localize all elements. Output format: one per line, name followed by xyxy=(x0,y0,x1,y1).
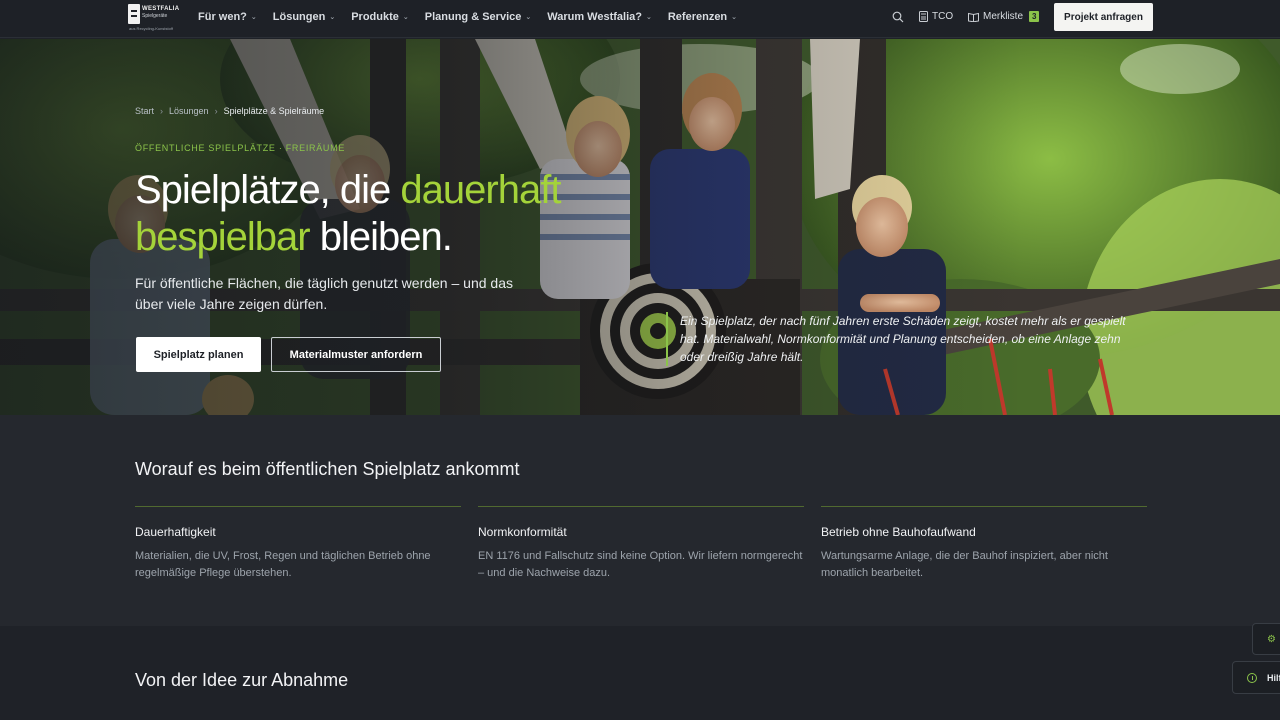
chevron-down-icon: ⌄ xyxy=(525,14,532,21)
logo-mark-icon xyxy=(128,4,140,24)
chevron-down-icon: ⌄ xyxy=(731,14,738,21)
factor-title: Betrieb ohne Bauhofaufwand xyxy=(821,525,976,539)
chevron-down-icon: ⌄ xyxy=(250,14,257,21)
process-section: Von der Idee zur Abnahme xyxy=(0,626,1280,720)
breadcrumb-current: Spielplätze & Spielräume xyxy=(223,106,325,116)
menu-item-produkte[interactable]: Produkte ⌄ xyxy=(351,11,409,23)
title-accent2: bespielbar xyxy=(135,215,311,259)
title-part1: Spielplätze, die xyxy=(135,168,401,212)
info-icon xyxy=(1247,672,1257,683)
floating-widget-button[interactable]: ⚙ xyxy=(1252,623,1280,655)
factor-card-normkonformitaet: Normkonformität EN 1176 und Fallschutz s… xyxy=(478,506,804,582)
main-menu: Für wen? ⌄ Lösungen ⌄ Produkte ⌄ Planung & … xyxy=(198,0,753,34)
menu-item-fuer-wen[interactable]: Für wen? ⌄ xyxy=(198,11,257,23)
section-title: Von der Idee zur Abnahme xyxy=(135,670,349,690)
menu-item-warum-westfalia[interactable]: Warum Westfalia? ⌄ xyxy=(547,11,652,23)
page-title: Spielplätze, die dauerhaft bespielbar ble… xyxy=(135,167,655,261)
breadcrumb-separator-icon: › xyxy=(214,106,218,116)
spielplatz-planen-button[interactable]: Spielplatz planen xyxy=(136,337,261,372)
menu-item-loesungen[interactable]: Lösungen ⌄ xyxy=(273,11,335,23)
chevron-down-icon: ⌄ xyxy=(329,14,336,21)
breadcrumb-separator-icon: › xyxy=(160,106,164,116)
key-factors-section: Worauf es beim öffentlichen Spielplatz a… xyxy=(0,415,1280,626)
tco-label: TCO xyxy=(932,11,954,22)
factor-card-dauerhaftigkeit: Dauerhaftigkeit Materialien, die UV, Fro… xyxy=(135,506,461,582)
menu-label: Referenzen xyxy=(667,11,728,23)
materialmuster-anfordern-button[interactable]: Materialmuster anfordern xyxy=(271,337,441,372)
westfalia-logo[interactable]: WESTFALIA Spielgeräte aus Recycling-Kuns… xyxy=(128,3,180,33)
menu-label: Lösungen xyxy=(272,11,326,23)
factor-title: Normkonformität xyxy=(478,525,567,539)
breadcrumb-start[interactable]: Start xyxy=(135,106,154,116)
factor-text: Wartungsarme Anlage, die der Bauhof insp… xyxy=(821,550,1108,579)
projekt-anfragen-button[interactable]: Projekt anfragen xyxy=(1054,3,1153,31)
merkliste-count-badge: 3 xyxy=(1029,11,1040,22)
logo-line2: Spielgeräte xyxy=(142,13,168,19)
menu-item-planung-service[interactable]: Planung & Service ⌄ xyxy=(425,11,531,23)
factor-card-betrieb: Betrieb ohne Bauhofaufwand Wartungsarme … xyxy=(821,506,1147,582)
factor-title: Dauerhaftigkeit xyxy=(135,525,216,539)
title-part2: bleiben. xyxy=(309,215,453,259)
merkliste-link[interactable]: Merkliste 3 xyxy=(968,11,1040,22)
help-button[interactable]: Hilf xyxy=(1232,661,1280,694)
menu-label: Planung & Service xyxy=(424,11,522,23)
hero-section: Start › Lösungen › Spielplätze & Spielrä… xyxy=(0,39,1280,415)
help-label: Hilf xyxy=(1267,672,1280,683)
chevron-down-icon: ⌄ xyxy=(402,14,409,21)
calculator-icon xyxy=(919,11,928,22)
hero-quote: Ein Spielplatz, der nach fünf Jahren ers… xyxy=(666,312,1136,366)
breadcrumb: Start › Lösungen › Spielplätze & Spielrä… xyxy=(135,106,324,116)
logo-line3: aus Recycling-Kunststoff xyxy=(129,26,173,31)
top-navigation: WESTFALIA Spielgeräte aus Recycling-Kuns… xyxy=(0,0,1280,38)
factor-text: EN 1176 und Fallschutz sind keine Option… xyxy=(478,550,803,579)
breadcrumb-loesungen[interactable]: Lösungen xyxy=(169,106,209,116)
settings-icon: ⚙ xyxy=(1267,634,1276,645)
search-icon[interactable] xyxy=(892,11,904,23)
chevron-down-icon: ⌄ xyxy=(645,14,652,21)
title-accent1: dauerhaft xyxy=(400,168,561,212)
menu-label: Warum Westfalia? xyxy=(547,11,642,23)
logo-line1: WESTFALIA xyxy=(142,6,180,12)
factor-text: Materialien, die UV, Frost, Regen und tä… xyxy=(135,550,431,579)
merkliste-label: Merkliste xyxy=(983,11,1024,22)
menu-label: Produkte xyxy=(351,11,399,23)
hero-eyebrow: ÖFFENTLICHE SPIELPLÄTZE · FREIRÄUME xyxy=(135,143,346,153)
tco-link[interactable]: TCO xyxy=(919,11,953,22)
book-icon xyxy=(968,12,979,22)
section-title: Worauf es beim öffentlichen Spielplatz a… xyxy=(135,459,520,479)
menu-label: Für wen? xyxy=(198,11,247,23)
menu-item-referenzen[interactable]: Referenzen ⌄ xyxy=(668,11,737,23)
hero-lead: Für öffentliche Flächen, die täglich gen… xyxy=(135,275,513,312)
